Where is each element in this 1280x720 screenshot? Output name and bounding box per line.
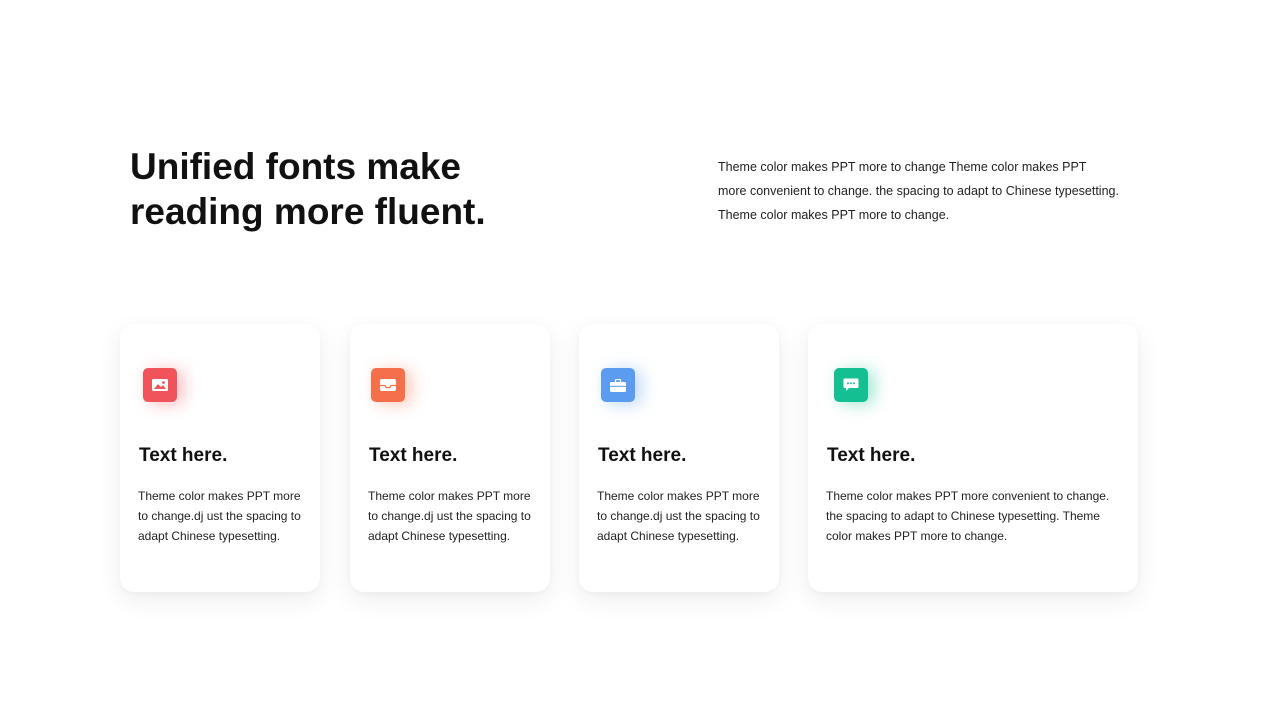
intro-line: Theme color makes PPT more to change. bbox=[718, 208, 950, 222]
chat-icon bbox=[834, 368, 868, 402]
feature-card: Text here. Theme color makes PPT more co… bbox=[808, 324, 1138, 592]
card-description: Theme color makes PPT more to change.dj … bbox=[138, 486, 313, 546]
page-title: Unified fonts make reading more fluent. bbox=[130, 144, 600, 234]
page-title-line: Unified fonts make bbox=[130, 146, 461, 187]
inbox-icon bbox=[371, 368, 405, 402]
card-description-line: adapt Chinese typesetting. bbox=[597, 529, 740, 543]
card-title: Text here. bbox=[139, 445, 228, 466]
card-description-line: to change.dj ust the spacing to bbox=[138, 509, 301, 523]
briefcase-icon bbox=[601, 368, 635, 402]
card-description-line: Theme color makes PPT more convenient to… bbox=[826, 489, 1110, 503]
card-description: Theme color makes PPT more convenient to… bbox=[826, 486, 1131, 546]
card-description: Theme color makes PPT more to change.dj … bbox=[597, 486, 772, 546]
feature-card: Text here. Theme color makes PPT more to… bbox=[350, 324, 550, 592]
slide: Unified fonts make reading more fluent. … bbox=[0, 0, 1280, 720]
card-description-line: to change.dj ust the spacing to bbox=[597, 509, 760, 523]
card-description-line: Theme color makes PPT more bbox=[368, 489, 531, 503]
page-title-line: reading more fluent. bbox=[130, 191, 486, 232]
intro-line: Theme color makes PPT more to change The… bbox=[718, 160, 1087, 174]
card-description: Theme color makes PPT more to change.dj … bbox=[368, 486, 543, 546]
card-description-line: Theme color makes PPT more bbox=[597, 489, 760, 503]
card-description-line: color makes PPT more to change. bbox=[826, 529, 1008, 543]
card-description-line: adapt Chinese typesetting. bbox=[138, 529, 281, 543]
feature-card: Text here. Theme color makes PPT more to… bbox=[120, 324, 320, 592]
intro-paragraph: Theme color makes PPT more to change The… bbox=[718, 155, 1158, 227]
card-title: Text here. bbox=[369, 445, 458, 466]
card-title: Text here. bbox=[827, 445, 916, 466]
card-title: Text here. bbox=[598, 445, 687, 466]
card-description-line: to change.dj ust the spacing to bbox=[368, 509, 531, 523]
card-description-line: adapt Chinese typesetting. bbox=[368, 529, 511, 543]
card-description-line: the spacing to adapt to Chinese typesett… bbox=[826, 509, 1100, 523]
intro-line: more convenient to change. the spacing t… bbox=[718, 184, 1119, 198]
image-icon bbox=[143, 368, 177, 402]
feature-card: Text here. Theme color makes PPT more to… bbox=[579, 324, 779, 592]
card-description-line: Theme color makes PPT more bbox=[138, 489, 301, 503]
